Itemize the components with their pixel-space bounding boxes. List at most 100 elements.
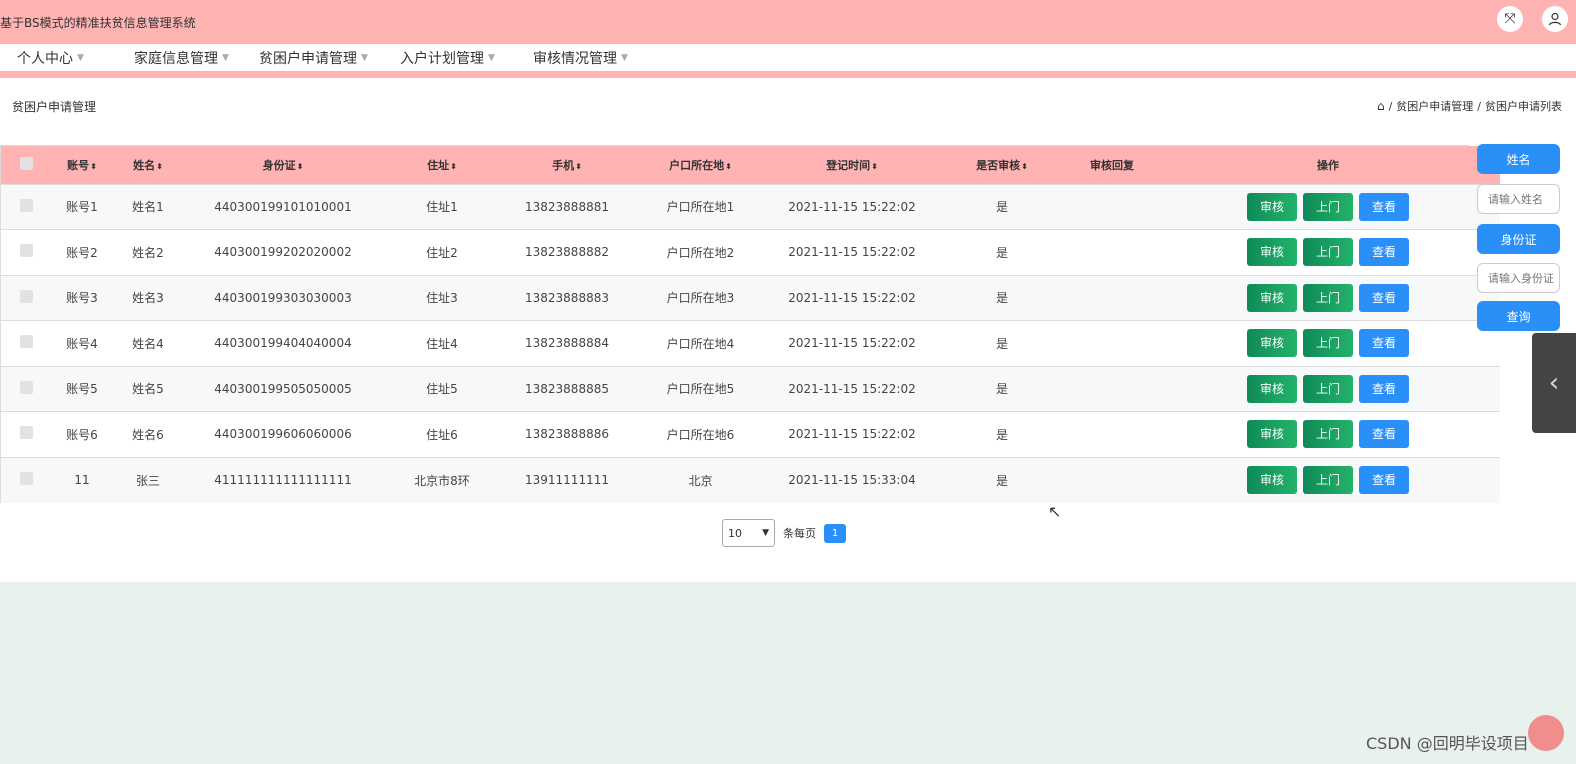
view-button[interactable]: 查看 bbox=[1359, 466, 1409, 494]
collapse-panel-toggle[interactable]: ‹ bbox=[1532, 333, 1576, 433]
sort-icon: ⬍ bbox=[725, 161, 732, 171]
visit-button[interactable]: 上门 bbox=[1303, 374, 1353, 403]
audit-button[interactable]: 审核 bbox=[1247, 466, 1297, 494]
column-header[interactable]: 登记时间⬍ bbox=[768, 146, 936, 184]
nav-item-personal-center[interactable]: 个人中心 ▼ bbox=[17, 44, 84, 71]
breadcrumb-item[interactable]: 贫困户申请管理 bbox=[1396, 98, 1473, 114]
nav-item-audit-status[interactable]: 审核情况管理 ▼ bbox=[533, 44, 628, 71]
table-row: 11 张三 411111111111111111 北京市8环 13911111111 北京… bbox=[1, 457, 1500, 503]
home-icon[interactable]: ⌂ bbox=[1377, 99, 1385, 113]
cell-phone: 13823888885 bbox=[525, 381, 609, 396]
audit-button[interactable]: 审核 bbox=[1247, 420, 1297, 449]
table-header-row: 账号⬍ 姓名⬍ 身份证⬍ 住址⬍ 手机⬍ 户口所在地⬍ 登记时间⬍ 是否审核⬍ … bbox=[1, 146, 1500, 184]
chevron-down-icon: ▼ bbox=[488, 52, 495, 63]
row-checkbox[interactable] bbox=[19, 198, 33, 212]
cell-actions: 审核 上门 查看 bbox=[1156, 184, 1500, 230]
nav-item-poverty-application[interactable]: 贫困户申请管理 ▼ bbox=[259, 44, 368, 71]
visit-button[interactable]: 上门 bbox=[1303, 238, 1353, 267]
row-checkbox[interactable] bbox=[19, 335, 33, 349]
table-row: 账号4 姓名4 440300199404040004 住址4 13823888884 户口… bbox=[1, 320, 1500, 367]
cell-audited: 是 bbox=[995, 473, 1008, 488]
sort-icon: ⬍ bbox=[1021, 161, 1028, 171]
view-button[interactable]: 查看 bbox=[1359, 192, 1409, 221]
column-header[interactable]: 住址⬍ bbox=[383, 146, 501, 184]
view-button[interactable]: 查看 bbox=[1359, 329, 1409, 358]
cell-hukou: 户口所在地6 bbox=[666, 427, 735, 442]
row-checkbox[interactable] bbox=[19, 289, 33, 303]
view-button[interactable]: 查看 bbox=[1359, 374, 1409, 403]
visit-button[interactable]: 上门 bbox=[1303, 329, 1353, 358]
cell-account: 账号1 bbox=[66, 200, 98, 215]
cell-id: 440300199606060006 bbox=[214, 427, 352, 442]
page-size-select[interactable]: 10 ▼ bbox=[722, 519, 775, 547]
cell-audited: 是 bbox=[995, 291, 1008, 306]
column-header[interactable]: 户口所在地⬍ bbox=[633, 146, 768, 184]
audit-button[interactable]: 审核 bbox=[1247, 374, 1297, 403]
column-header: 操作 bbox=[1317, 158, 1339, 172]
row-checkbox[interactable] bbox=[19, 426, 33, 440]
cell-audited: 是 bbox=[995, 200, 1008, 215]
visit-button[interactable]: 上门 bbox=[1303, 420, 1353, 449]
sort-icon: ⬍ bbox=[156, 161, 163, 171]
user-icon[interactable] bbox=[1542, 6, 1568, 32]
audit-button[interactable]: 审核 bbox=[1247, 283, 1297, 312]
name-search-input[interactable] bbox=[1477, 184, 1560, 214]
view-button[interactable]: 查看 bbox=[1359, 283, 1409, 312]
cell-time: 2021-11-15 15:22:02 bbox=[788, 336, 916, 351]
fullscreen-icon[interactable]: ⤧ bbox=[1497, 6, 1523, 32]
visit-button[interactable]: 上门 bbox=[1303, 283, 1353, 312]
cell-reply bbox=[1068, 412, 1156, 458]
row-checkbox[interactable] bbox=[19, 380, 33, 394]
cell-reply bbox=[1068, 184, 1156, 230]
cell-name: 姓名6 bbox=[132, 427, 164, 442]
nav-item-visit-plan[interactable]: 入户计划管理 ▼ bbox=[400, 44, 495, 71]
query-button[interactable]: 查询 bbox=[1477, 301, 1560, 331]
cell-id: 440300199404040004 bbox=[214, 336, 352, 351]
cell-hukou: 户口所在地4 bbox=[666, 336, 735, 351]
cell-hukou: 北京 bbox=[688, 473, 713, 488]
cell-hukou: 户口所在地1 bbox=[666, 200, 735, 215]
chevron-down-icon: ▼ bbox=[77, 52, 84, 63]
cell-audited: 是 bbox=[995, 336, 1008, 351]
view-button[interactable]: 查看 bbox=[1359, 238, 1409, 267]
column-header[interactable]: 姓名⬍ bbox=[113, 146, 183, 184]
column-header[interactable]: 身份证⬍ bbox=[183, 146, 383, 184]
view-button[interactable]: 查看 bbox=[1359, 420, 1409, 449]
cell-id: 440300199303030003 bbox=[214, 290, 352, 305]
cell-address: 北京市8环 bbox=[414, 473, 470, 488]
cell-actions: 审核 上门 查看 bbox=[1156, 321, 1500, 367]
visit-button[interactable]: 上门 bbox=[1303, 192, 1353, 221]
nav-item-family-info[interactable]: 家庭信息管理 ▼ bbox=[134, 44, 229, 71]
audit-button[interactable]: 审核 bbox=[1247, 329, 1297, 358]
sort-icon: ⬍ bbox=[90, 161, 97, 171]
cell-time: 2021-11-15 15:22:02 bbox=[788, 245, 916, 260]
cell-address: 住址3 bbox=[426, 291, 458, 306]
cell-address: 住址5 bbox=[426, 382, 458, 397]
cell-audited: 是 bbox=[995, 382, 1008, 397]
row-checkbox[interactable] bbox=[19, 472, 33, 485]
watermark: CSDN @回明毕设项目 bbox=[1366, 734, 1529, 753]
audit-button[interactable]: 审核 bbox=[1247, 192, 1297, 221]
row-checkbox[interactable] bbox=[19, 244, 33, 258]
app-title: 基于BS模式的精准扶贫信息管理系统 bbox=[0, 15, 196, 30]
column-header[interactable]: 手机⬍ bbox=[501, 146, 633, 184]
audit-button[interactable]: 审核 bbox=[1247, 238, 1297, 267]
select-all-checkbox[interactable] bbox=[19, 156, 33, 170]
id-search-input[interactable] bbox=[1477, 263, 1560, 293]
top-header: 基于BS模式的精准扶贫信息管理系统 ⤧ bbox=[0, 0, 1576, 44]
visit-button[interactable]: 上门 bbox=[1303, 466, 1353, 494]
page-number-button[interactable]: 1 bbox=[824, 523, 846, 543]
cell-actions: 审核 上门 查看 bbox=[1156, 412, 1500, 458]
name-filter-label: 姓名 bbox=[1477, 144, 1560, 174]
cell-id: 411111111111111111 bbox=[214, 473, 352, 487]
cell-account: 账号6 bbox=[66, 427, 98, 442]
cell-account: 账号3 bbox=[66, 291, 98, 306]
per-page-label: 条每页 bbox=[783, 527, 816, 540]
table-row: 账号6 姓名6 440300199606060006 住址6 13823888886 户口… bbox=[1, 411, 1500, 458]
column-header[interactable]: 是否审核⬍ bbox=[936, 146, 1068, 184]
column-header: 审核回复 bbox=[1090, 158, 1134, 172]
column-header[interactable]: 账号⬍ bbox=[51, 146, 113, 184]
cell-audited: 是 bbox=[995, 427, 1008, 442]
cell-reply bbox=[1068, 366, 1156, 412]
cell-phone: 13911111111 bbox=[525, 473, 609, 487]
